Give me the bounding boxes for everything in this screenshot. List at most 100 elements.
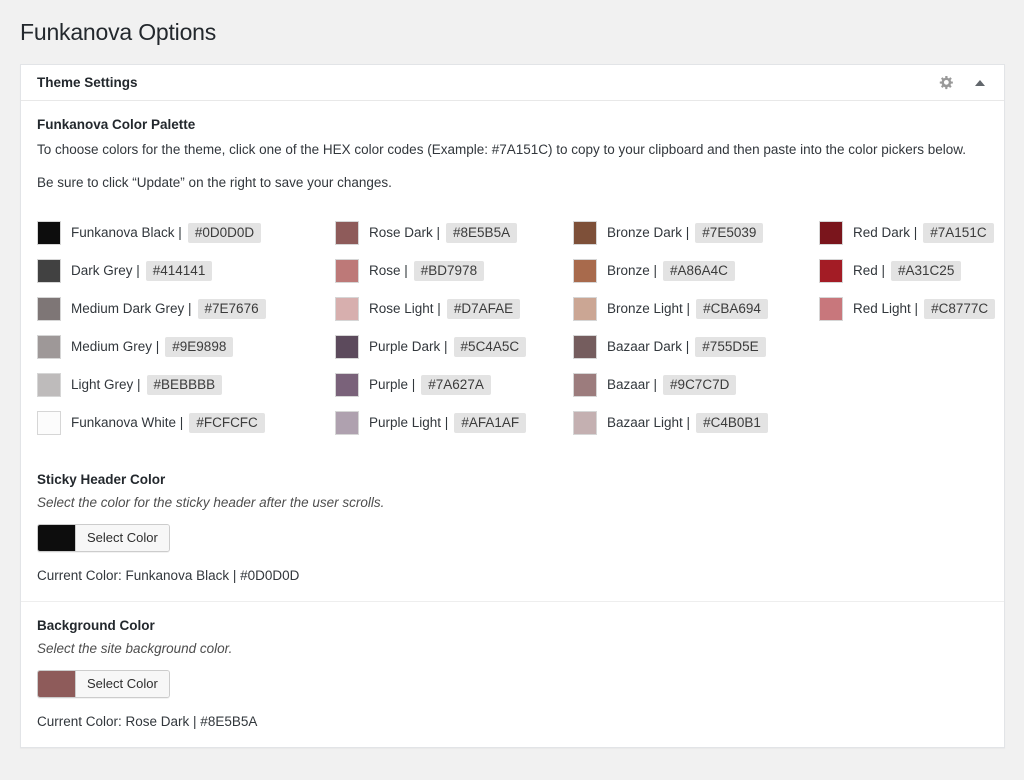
setting-section-background-color: Background Color Select the site backgrou… — [21, 600, 1004, 747]
color-swatch — [37, 410, 61, 435]
color-name-label: Bazaar Dark | — [607, 339, 690, 355]
current-color-swatch[interactable] — [38, 524, 76, 551]
palette-swatch-row: Bronze Light | #CBA694 — [573, 290, 768, 328]
select-color-button[interactable]: Select Color — [76, 670, 169, 697]
palette-swatch-row: Dark Grey | #414141 — [37, 252, 266, 290]
color-swatch — [573, 410, 597, 435]
color-name-label: Red Light | — [853, 301, 919, 317]
palette-swatch-row: Bazaar Light | #C4B0B1 — [573, 404, 768, 442]
color-swatch — [819, 220, 843, 245]
hex-code-copy-button[interactable]: #CBA694 — [696, 298, 768, 319]
palette-swatch-row: Bronze Dark | #7E5039 — [573, 214, 768, 252]
palette-section: Funkanova Color Palette To choose colors… — [21, 101, 1004, 456]
palette-swatch-row: Purple Light | #AFA1AF — [335, 404, 527, 442]
hex-code-copy-button[interactable]: #A31C25 — [891, 260, 962, 281]
palette-swatch-row: Purple | #7A627A — [335, 366, 526, 404]
page-title: Funkanova Options — [20, 19, 217, 45]
panel-header-actions — [936, 73, 990, 93]
hex-code-copy-button[interactable]: #9C7C7D — [663, 374, 737, 395]
palette-swatch-row: Light Grey | #BEBBBB — [37, 366, 266, 404]
theme-settings-panel: Theme Settings Funkanova Color Palette T… — [20, 64, 1005, 748]
color-swatch — [573, 220, 597, 245]
color-picker-background-color[interactable]: Select Color — [37, 669, 170, 698]
panel-title: Theme Settings — [37, 75, 138, 90]
hex-code-copy-button[interactable]: #A86A4C — [663, 260, 735, 281]
color-name-label: Bronze | — [607, 263, 658, 279]
palette-column: Rose Dark | #8E5B5A Rose | #BD7978 Rose Ligh… — [335, 214, 527, 442]
current-color-swatch[interactable] — [38, 670, 76, 697]
color-swatch — [335, 296, 359, 321]
color-name-label: Bazaar | — [607, 377, 658, 393]
hex-code-copy-button[interactable]: #8E5B5A — [446, 222, 518, 243]
color-swatch — [335, 334, 359, 359]
color-name-label: Bronze Dark | — [607, 225, 690, 241]
color-swatch — [819, 296, 843, 321]
hex-code-copy-button[interactable]: #7A627A — [421, 374, 491, 395]
hex-code-copy-button[interactable]: #AFA1AF — [454, 412, 527, 433]
current-color-text: Current Color: Funkanova Black | #0D0D0D — [37, 567, 300, 583]
palette-swatch-row: Bazaar Dark | #755D5E — [573, 328, 768, 366]
hex-code-copy-button[interactable]: #7A151C — [923, 222, 994, 243]
palette-swatch-row: Funkanova Black | #0D0D0D — [37, 214, 266, 252]
color-picker-sticky-header-color[interactable]: Select Color — [37, 523, 170, 552]
hex-code-copy-button[interactable]: #C4B0B1 — [696, 412, 768, 433]
color-swatch — [37, 334, 61, 359]
palette-paragraph-2: Be sure to click “Update” on the right t… — [37, 174, 392, 190]
palette-swatch-row: Purple Dark | #5C4A5C — [335, 328, 527, 366]
setting-description: Select the site background color. — [37, 640, 233, 656]
color-swatch — [335, 258, 359, 283]
color-swatch — [573, 296, 597, 321]
palette-swatch-row: Funkanova White | #FCFCFC — [37, 404, 266, 442]
color-name-label: Purple Light | — [369, 415, 449, 431]
settings-sections: Sticky Header Color Select the color for … — [21, 456, 1004, 747]
color-name-label: Rose | — [369, 263, 408, 279]
select-color-button[interactable]: Select Color — [76, 524, 169, 551]
palette-paragraph-1: To choose colors for the theme, click on… — [37, 142, 967, 157]
color-swatch — [335, 372, 359, 397]
palette-swatch-row: Red Light | #C8777C — [819, 290, 996, 328]
hex-code-copy-button[interactable]: #755D5E — [695, 336, 766, 357]
caret-up-icon[interactable] — [970, 73, 990, 93]
color-name-label: Medium Grey | — [71, 339, 160, 355]
color-name-label: Purple | — [369, 377, 416, 393]
color-swatch — [573, 372, 597, 397]
color-swatch — [819, 258, 843, 283]
color-name-label: Bazaar Light | — [607, 415, 691, 431]
hex-code-copy-button[interactable]: #BEBBBB — [146, 374, 223, 395]
palette-column: Funkanova Black | #0D0D0D Dark Grey | #4141… — [37, 214, 266, 442]
hex-code-copy-button[interactable]: #D7AFAE — [446, 298, 521, 319]
color-swatch — [573, 334, 597, 359]
setting-description: Select the color for the sticky header a… — [37, 494, 385, 510]
panel-header: Theme Settings — [21, 65, 1004, 101]
color-name-label: Rose Light | — [369, 301, 441, 317]
color-swatch — [335, 410, 359, 435]
hex-code-copy-button[interactable]: #7E7676 — [197, 298, 266, 319]
palette-column: Bronze Dark | #7E5039 Bronze | #A86A4C Bronz… — [573, 214, 768, 442]
color-name-label: Rose Dark | — [369, 225, 441, 241]
gear-icon[interactable] — [936, 73, 956, 93]
hex-code-copy-button[interactable]: #7E5039 — [695, 222, 764, 243]
color-name-label: Light Grey | — [71, 377, 141, 393]
admin-page: Funkanova Options Theme Settings Funkano… — [0, 0, 1024, 780]
color-swatch — [37, 220, 61, 245]
setting-heading: Background Color — [37, 617, 155, 633]
palette-swatch-row: Bazaar | #9C7C7D — [573, 366, 768, 404]
hex-code-copy-button[interactable]: #9E9898 — [165, 336, 234, 357]
color-name-label: Medium Dark Grey | — [71, 301, 192, 317]
color-name-label: Bronze Light | — [607, 301, 691, 317]
color-swatch — [573, 258, 597, 283]
palette-swatch-row: Red | #A31C25 — [819, 252, 995, 290]
palette-swatch-row: Rose Light | #D7AFAE — [335, 290, 526, 328]
caret-up-shape — [975, 79, 985, 86]
hex-code-copy-button[interactable]: #BD7978 — [413, 260, 485, 281]
color-swatch — [37, 258, 61, 283]
hex-code-copy-button[interactable]: #0D0D0D — [187, 222, 262, 243]
hex-code-copy-button[interactable]: #C8777C — [924, 298, 996, 319]
hex-code-copy-button[interactable]: #414141 — [145, 260, 213, 281]
palette-swatch-row: Medium Dark Grey | #7E7676 — [37, 290, 266, 328]
palette-heading: Funkanova Color Palette — [37, 117, 196, 132]
hex-code-copy-button[interactable]: #5C4A5C — [453, 336, 527, 357]
setting-section-sticky-header-color: Sticky Header Color Select the color for … — [21, 456, 1004, 601]
hex-code-copy-button[interactable]: #FCFCFC — [189, 412, 265, 433]
palette-swatch-row: Medium Grey | #9E9898 — [37, 328, 266, 366]
